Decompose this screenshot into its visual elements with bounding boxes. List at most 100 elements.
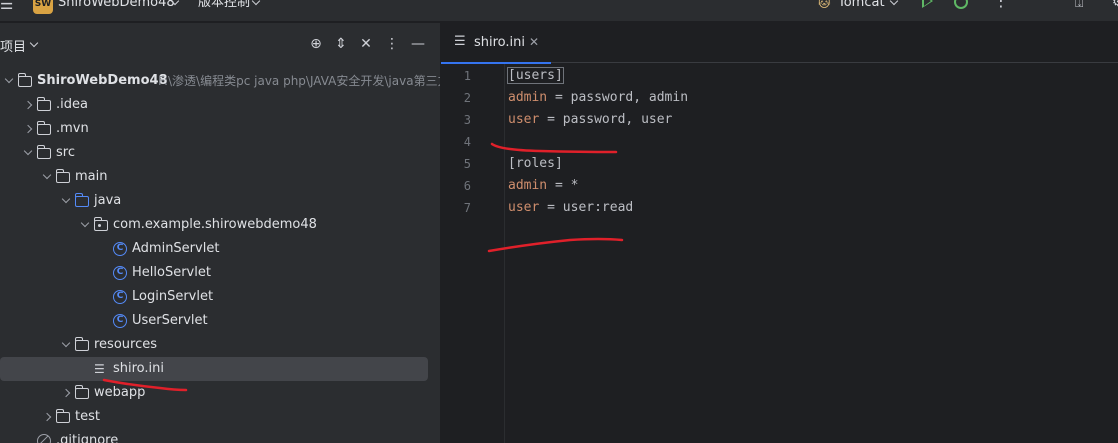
hamburger-menu-icon[interactable]: ☰: [0, 0, 14, 14]
tree-item[interactable]: .idea: [0, 93, 440, 117]
run-config-chevron-down-icon[interactable]: [889, 0, 899, 6]
tree-item-label: java: [94, 193, 122, 208]
tree-item[interactable]: C UserServlet: [0, 309, 440, 333]
tree-item[interactable]: resources: [0, 333, 440, 357]
project-panel: 项目 ⊕ ⇕ ✕ ⋮ — ShiroWebDemo48 F:\渗透\编程类pc j…: [0, 23, 440, 443]
chevron-right-icon[interactable]: [42, 405, 54, 429]
chevron-down-icon[interactable]: [4, 69, 16, 93]
panel-title-chevron-down-icon[interactable]: [29, 38, 39, 48]
ini-key: admin: [508, 178, 548, 193]
editor-tab-bar: ☰ shiro.ini ✕: [441, 23, 1118, 64]
hide-panel-icon[interactable]: —: [410, 35, 426, 53]
chevron-right-icon[interactable]: [23, 117, 35, 141]
more-options-icon[interactable]: ⋮: [384, 35, 400, 53]
code-line[interactable]: [users]: [507, 65, 564, 87]
folder-icon: [36, 97, 51, 111]
project-name[interactable]: ShiroWebDemo48: [58, 0, 175, 11]
chevron-down-icon[interactable]: [61, 189, 73, 213]
expand-all-icon[interactable]: ⇕: [333, 35, 349, 53]
line-number: 5: [463, 157, 471, 171]
run-icon[interactable]: [922, 0, 933, 8]
ini-section: [users]: [507, 67, 564, 84]
tree-item[interactable]: C LoginServlet: [0, 285, 440, 309]
folder-icon: [74, 385, 89, 399]
code-line[interactable]: admin = password, admin: [508, 87, 688, 109]
line-number: 2: [463, 91, 471, 105]
ini-file-icon: ☰: [454, 34, 466, 49]
tree-item[interactable]: java: [0, 189, 440, 213]
code-line[interactable]: admin = *: [508, 175, 578, 197]
tree-item-label: HelloServlet: [132, 265, 211, 280]
tab-label: shiro.ini: [474, 35, 526, 50]
chevron-right-icon[interactable]: [23, 93, 35, 117]
chevron-down-icon[interactable]: [23, 141, 35, 165]
vcs-chevron-down-icon[interactable]: [251, 0, 261, 6]
tree-item[interactable]: ShiroWebDemo48 F:\渗透\编程类pc java php\JAVA安…: [0, 69, 440, 93]
chevron-down-icon[interactable]: [42, 165, 54, 189]
chevron-down-icon[interactable]: [61, 333, 73, 357]
project-path: F:\渗透\编程类pc java php\JAVA安全开发\java第三方: [158, 74, 440, 88]
folder-icon: [55, 409, 70, 423]
debug-icon[interactable]: [954, 0, 968, 9]
tree-item[interactable]: ☰ shiro.ini: [0, 357, 428, 381]
line-number: 7: [463, 201, 471, 215]
line-number: 3: [463, 113, 471, 127]
line-number-gutter: 1 2 3 4 5 6 7: [441, 64, 505, 443]
line-number: 1: [463, 69, 471, 83]
vcs-menu[interactable]: 版本控制: [198, 0, 250, 11]
java-class-icon: C: [113, 266, 127, 280]
tree-item[interactable]: .gitignore: [0, 429, 440, 443]
tree-item[interactable]: src: [0, 141, 440, 165]
ini-key: user: [508, 112, 540, 127]
tree-item-label: webapp: [94, 385, 146, 400]
tree-item[interactable]: main: [0, 165, 440, 189]
project-panel-header: 项目 ⊕ ⇕ ✕ ⋮ —: [0, 23, 440, 67]
ini-equals: =: [539, 200, 563, 215]
title-bar: ☰ SW ShiroWebDemo48 版本控制 🐱 Tomcat ⋮ ⍗ ⚙: [0, 0, 1118, 22]
chevron-right-icon[interactable]: [61, 381, 73, 405]
collapse-all-icon[interactable]: ✕: [358, 35, 374, 53]
code-line[interactable]: user = password, user: [508, 109, 672, 131]
code-line[interactable]: user = user:read: [508, 197, 633, 219]
ini-key: admin: [508, 90, 548, 105]
java-class-icon: C: [113, 314, 127, 328]
tree-item[interactable]: webapp: [0, 381, 440, 405]
tab-shiro-ini[interactable]: ☰ shiro.ini ✕: [441, 23, 551, 64]
tree-item-label: src: [56, 145, 75, 160]
ini-value: password, admin: [570, 90, 689, 105]
tree-item[interactable]: com.example.shirowebdemo48: [0, 213, 440, 237]
ini-section: [roles]: [508, 156, 563, 171]
tree-item-label: com.example.shirowebdemo48: [113, 217, 317, 232]
close-icon[interactable]: ✕: [529, 34, 539, 50]
more-actions-icon[interactable]: ⋮: [993, 0, 1009, 10]
folder-icon: [17, 73, 32, 87]
tree-item[interactable]: test: [0, 405, 440, 429]
tree-item-label: UserServlet: [132, 313, 208, 328]
panel-title[interactable]: 项目: [0, 36, 26, 55]
add-user-icon[interactable]: ⍗: [1075, 0, 1083, 11]
ini-value: password, user: [562, 112, 673, 127]
chevron-down-icon[interactable]: [80, 213, 92, 237]
ini-equals: =: [539, 112, 563, 127]
ini-value: *: [570, 178, 579, 193]
ini-value: user:read: [562, 200, 634, 215]
folder-icon: [55, 169, 70, 183]
source-folder-icon: [74, 193, 89, 207]
locate-icon[interactable]: ⊕: [308, 35, 324, 53]
line-number: 4: [463, 135, 471, 149]
tree-item-label: AdminServlet: [132, 241, 220, 256]
tree-item[interactable]: .mvn: [0, 117, 440, 141]
settings-icon[interactable]: ⚙: [1112, 0, 1118, 11]
tree-item-label: LoginServlet: [132, 289, 214, 304]
tree-item[interactable]: C HelloServlet: [0, 261, 440, 285]
ini-equals: =: [547, 178, 571, 193]
ini-key: user: [508, 200, 540, 215]
folder-icon: [74, 337, 89, 351]
run-config-selector[interactable]: Tomcat: [838, 0, 885, 11]
folder-icon: [36, 121, 51, 135]
package-icon: [93, 217, 108, 231]
ini-file-icon: ☰: [94, 362, 105, 376]
tree-item[interactable]: C AdminServlet: [0, 237, 440, 261]
project-badge[interactable]: SW: [33, 0, 53, 14]
code-line[interactable]: [roles]: [508, 153, 563, 175]
